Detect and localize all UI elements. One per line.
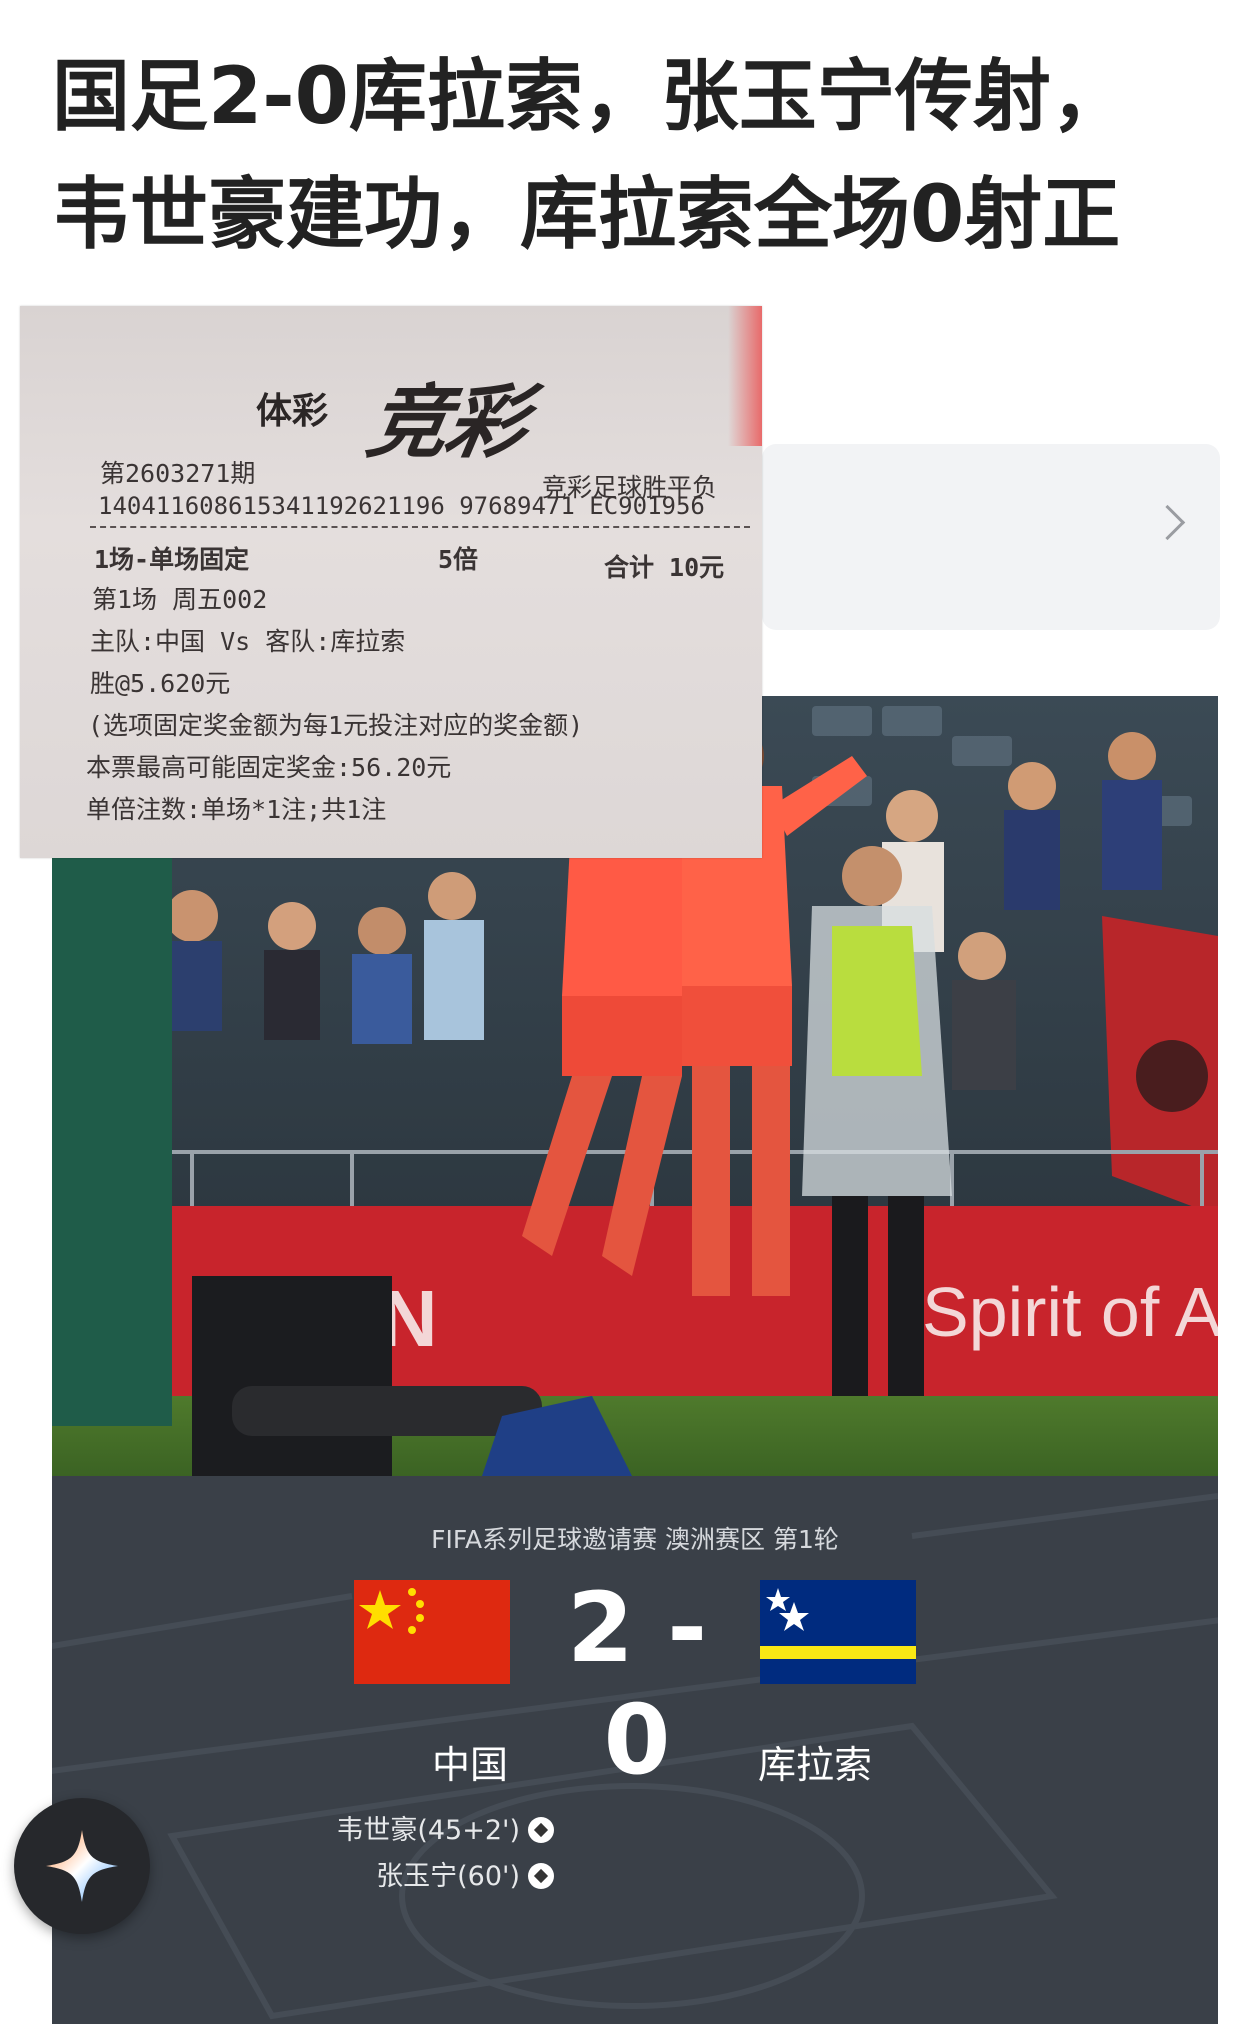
scorer-row: 韦世豪(45+2'): [260, 1808, 554, 1847]
ai-assistant-button[interactable]: [14, 1798, 150, 1934]
soccer-ball-icon: [528, 1817, 554, 1843]
ticket-red-edge: [728, 306, 762, 446]
match-score-panel[interactable]: FIFA系列足球邀请赛 澳洲赛区 第1轮 2 - 0 中国 库拉索 韦世豪(45…: [52, 1476, 1218, 2024]
sparkle-icon: [46, 1830, 118, 1902]
ticket-logo: 竞彩: [360, 375, 534, 469]
link-card[interactable]: [762, 444, 1220, 630]
ticket-divider: [90, 526, 750, 528]
soccer-ball-icon: [528, 1863, 554, 1889]
ticket-note: (选项固定奖金额为每1元投注对应的奖金额): [88, 711, 584, 740]
ticket-pick: 胜@5.620元: [90, 669, 231, 698]
scorer-text: 韦世豪(45+2'): [336, 1815, 520, 1846]
ticket-match-count: 1场-单场固定: [94, 545, 250, 574]
article-headline: 国足2-0库拉索，张玉宁传射， 韦世豪建功，库拉索全场0射正: [52, 38, 1232, 274]
ticket-total: 合计 10元: [604, 553, 725, 582]
scorer-row: 张玉宁(60'): [260, 1854, 554, 1893]
headline-line-2: 韦世豪建功，库拉索全场0射正: [52, 170, 1121, 260]
lottery-ticket: 体彩 竞彩 第2603271期 竞彩足球胜平负 1404116086153411…: [20, 306, 762, 858]
ticket-teams: 主队:中国 Vs 客队:库拉索: [90, 627, 406, 656]
banner-text: Spirit of A: [922, 1273, 1218, 1351]
headline-line-1: 国足2-0库拉索，张玉宁传射，: [52, 52, 1129, 142]
ticket-issue: 第2603271期: [100, 459, 256, 488]
match-score: 2 - 0: [566, 1572, 708, 1796]
ticket-brand: 体彩: [256, 391, 329, 432]
ticket-max-prize: 本票最高可能固定奖金:56.20元: [86, 753, 452, 782]
china-flag-icon: [354, 1580, 510, 1684]
scorer-text: 张玉宁(60'): [376, 1861, 520, 1892]
competition-name: FIFA系列足球邀请赛 澳洲赛区 第1轮: [431, 1525, 839, 1554]
ticket-serial: 140411608615341192621196 97689471 EC9019…: [98, 492, 705, 520]
ticket-match-line: 第1场 周五002: [92, 585, 268, 614]
ticket-bets: 单倍注数:单场*1注;共1注: [86, 795, 387, 824]
home-team-name: 中国: [432, 1743, 509, 1787]
ticket-multiplier: 5倍: [438, 545, 479, 574]
chevron-right-icon: [1149, 504, 1186, 541]
away-team-name: 库拉索: [758, 1743, 873, 1787]
curacao-flag-icon: [760, 1580, 916, 1684]
